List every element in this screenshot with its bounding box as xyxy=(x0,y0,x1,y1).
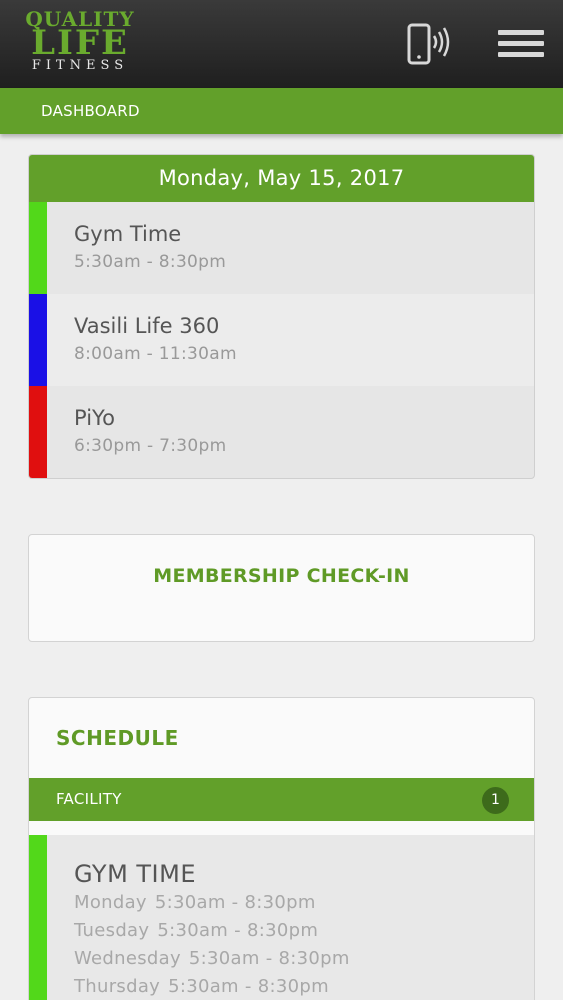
event-item[interactable]: PiYo 6:30pm - 7:30pm xyxy=(29,386,534,478)
nav-bar: DASHBOARD xyxy=(0,88,563,134)
schedule-time: 5:30am - 8:30pm xyxy=(168,976,329,997)
today-events-card: Monday, May 15, 2017 Gym Time 5:30am - 8… xyxy=(28,154,535,479)
event-item[interactable]: Vasili Life 360 8:00am - 11:30am xyxy=(29,294,534,386)
schedule-day: Monday xyxy=(74,892,147,913)
schedule-hours-row: Thursday 5:30am - 8:30pm xyxy=(74,976,329,997)
logo-line-2: LIFE xyxy=(31,23,129,63)
schedule-hours-row: Tuesday 5:30am - 8:30pm xyxy=(74,920,318,941)
check-in-label: MEMBERSHIP CHECK-IN xyxy=(153,565,410,587)
facility-count-badge: 1 xyxy=(482,787,509,814)
app-header: QUALITY LIFE FITNESS xyxy=(0,0,563,88)
event-name: Gym Time xyxy=(74,222,182,246)
schedule-day: Tuesday xyxy=(74,920,150,941)
schedule-color-bar xyxy=(29,835,47,1000)
schedule-time: 5:30am - 8:30pm xyxy=(157,920,319,941)
hamburger-menu-icon[interactable] xyxy=(498,30,544,60)
event-time: 5:30am - 8:30pm xyxy=(74,252,227,272)
schedule-title: SCHEDULE xyxy=(56,726,179,750)
schedule-hours-row: Monday 5:30am - 8:30pm xyxy=(74,892,316,913)
schedule-card: SCHEDULE FACILITY 1 GYM TIME Monday 5:30a… xyxy=(28,697,535,1000)
schedule-hours-row: Wednesday 5:30am - 8:30pm xyxy=(74,948,350,969)
schedule-item[interactable]: GYM TIME Monday 5:30am - 8:30pm Tuesday 5:… xyxy=(29,835,534,1000)
event-name: Vasili Life 360 xyxy=(74,314,220,338)
facility-section-header[interactable]: FACILITY 1 xyxy=(29,778,534,821)
schedule-day: Wednesday xyxy=(74,948,181,969)
today-date-header: Monday, May 15, 2017 xyxy=(29,155,534,202)
event-time: 8:00am - 11:30am xyxy=(74,344,237,364)
event-time: 6:30pm - 7:30pm xyxy=(74,436,227,456)
schedule-time: 5:30am - 8:30pm xyxy=(188,948,350,969)
schedule-item-name: GYM TIME xyxy=(74,860,197,888)
facility-label: FACILITY xyxy=(56,790,122,808)
membership-check-in-button[interactable]: MEMBERSHIP CHECK-IN xyxy=(28,534,535,642)
logo-line-3: FITNESS xyxy=(31,58,129,73)
phone-signal-icon[interactable] xyxy=(405,22,455,66)
schedule-time: 5:30am - 8:30pm xyxy=(154,892,316,913)
schedule-day: Thursday xyxy=(74,976,161,997)
event-name: PiYo xyxy=(74,406,115,430)
event-color-bar xyxy=(29,202,47,294)
tab-dashboard[interactable]: DASHBOARD xyxy=(41,88,140,134)
event-color-bar xyxy=(29,294,47,386)
event-color-bar xyxy=(29,386,47,478)
event-item[interactable]: Gym Time 5:30am - 8:30pm xyxy=(29,202,534,294)
quality-life-fitness-logo[interactable]: QUALITY LIFE FITNESS xyxy=(20,8,140,80)
